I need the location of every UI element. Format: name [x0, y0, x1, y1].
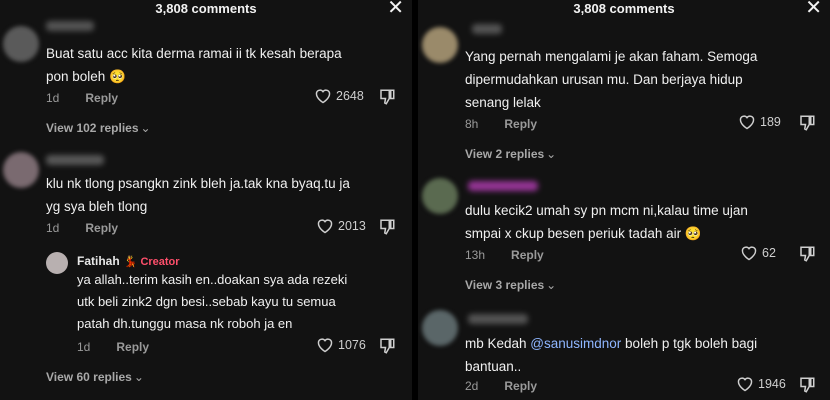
- avatar[interactable]: [3, 26, 39, 62]
- comment-time: 2d: [465, 379, 479, 393]
- like-button[interactable]: 62: [740, 245, 776, 261]
- comment-meta: 1d Reply: [77, 340, 149, 354]
- avatar[interactable]: [422, 178, 458, 214]
- heart-icon: [315, 89, 331, 104]
- view-replies-button[interactable]: View 2 replies ⌄: [465, 147, 556, 161]
- comment-time: 1d: [46, 221, 60, 235]
- comments-panel-left: 3,808 comments ✕ Buat satu acc kita derm…: [0, 0, 412, 400]
- like-count: 2648: [336, 89, 364, 103]
- like-count: 1076: [338, 338, 366, 352]
- username-blurred[interactable]: [46, 155, 104, 165]
- comment-meta: 1d Reply: [46, 91, 118, 105]
- reply-button[interactable]: Reply: [85, 221, 118, 235]
- like-count: 189: [760, 115, 781, 129]
- like-button[interactable]: 2648: [314, 88, 364, 104]
- comment-text: dulu kecik2 umah sy pn mcm ni,kalau time…: [465, 203, 748, 241]
- creator-name-row[interactable]: Fatihah 💃 Creator: [77, 254, 180, 268]
- heart-icon: [739, 115, 755, 130]
- comments-header: 3,808 comments ✕: [418, 0, 830, 20]
- username-blurred[interactable]: [468, 181, 538, 191]
- view-replies-button[interactable]: View 3 replies ⌄: [465, 278, 556, 292]
- comment-meta: 8h Reply: [465, 117, 537, 131]
- comments-panel-right: 3,808 comments ✕ Yang pernah mengalami j…: [418, 0, 830, 400]
- reply-button[interactable]: Reply: [504, 379, 537, 393]
- view-replies-button[interactable]: View 102 replies ⌄: [46, 121, 151, 135]
- close-icon[interactable]: ✕: [805, 0, 822, 18]
- heart-icon: [737, 377, 753, 392]
- like-button[interactable]: 2013: [316, 218, 366, 234]
- comment-meta: 2d Reply: [465, 379, 537, 393]
- dislike-icon[interactable]: [798, 245, 816, 263]
- avatar[interactable]: [3, 152, 39, 188]
- heart-icon: [317, 219, 333, 234]
- comments-count-title: 3,808 comments: [573, 1, 675, 16]
- reply-button[interactable]: Reply: [116, 340, 149, 354]
- comment-meta: 13h Reply: [465, 248, 544, 262]
- dislike-icon[interactable]: [798, 376, 816, 394]
- reply-button[interactable]: Reply: [504, 117, 537, 131]
- username-blurred[interactable]: [468, 314, 528, 324]
- like-count: 1946: [758, 377, 786, 391]
- close-icon[interactable]: ✕: [387, 0, 404, 18]
- comment-time: 1d: [46, 91, 60, 105]
- reply-text: ya allah..terim kasih en..doakan sya ada…: [77, 272, 348, 331]
- username-blurred[interactable]: [46, 21, 94, 31]
- avatar[interactable]: [422, 310, 458, 346]
- comments-header: 3,808 comments ✕: [0, 0, 412, 20]
- mention-link[interactable]: @sanusimdnor: [530, 336, 621, 351]
- comment-text: Yang pernah mengalami je akan faham. Sem…: [465, 49, 758, 110]
- comment-time: 8h: [465, 117, 479, 131]
- comment-time: 13h: [465, 248, 486, 262]
- dislike-icon[interactable]: [798, 114, 816, 132]
- dislike-icon[interactable]: [378, 337, 396, 355]
- dislike-icon[interactable]: [378, 218, 396, 236]
- view-replies-button[interactable]: View 60 replies ⌄: [46, 370, 144, 384]
- comment-text: mb Kedah @sanusimdnor boleh p tgk boleh …: [465, 336, 758, 374]
- like-button[interactable]: 1946: [736, 376, 786, 392]
- comment-text: Buat satu acc kita derma ramai ii tk kes…: [46, 46, 342, 84]
- like-button[interactable]: 189: [738, 114, 781, 130]
- comment-text: klu nk tlong psangkn zink bleh ja.tak kn…: [46, 176, 350, 214]
- creator-avatar[interactable]: [46, 252, 68, 274]
- username-blurred[interactable]: [472, 24, 502, 34]
- reply-button[interactable]: Reply: [511, 248, 544, 262]
- comment-time: 1d: [77, 340, 91, 354]
- heart-icon: [317, 338, 333, 353]
- reply-button[interactable]: Reply: [85, 91, 118, 105]
- avatar[interactable]: [422, 27, 458, 63]
- dislike-icon[interactable]: [378, 88, 396, 106]
- like-count: 2013: [338, 219, 366, 233]
- creator-name: Fatihah: [77, 254, 120, 268]
- creator-badge: 💃 Creator: [123, 256, 180, 268]
- heart-icon: [741, 246, 757, 261]
- like-count: 62: [762, 246, 776, 260]
- comments-count-title: 3,808 comments: [155, 1, 257, 16]
- comment-meta: 1d Reply: [46, 221, 118, 235]
- like-button[interactable]: 1076: [316, 337, 366, 353]
